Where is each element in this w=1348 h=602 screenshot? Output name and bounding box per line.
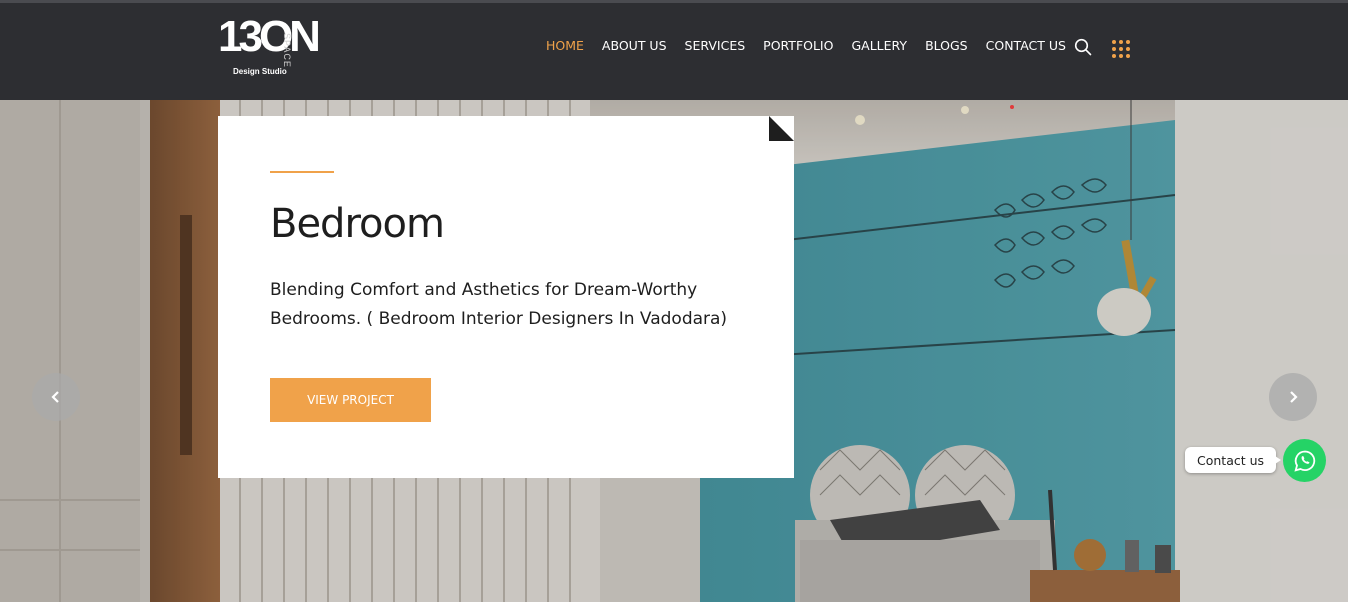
chevron-left-icon <box>51 391 59 403</box>
slide-caption-card: Bedroom Blending Comfort and Asthetics f… <box>218 116 794 478</box>
contact-us-label[interactable]: Contact us <box>1185 447 1282 473</box>
slide-title: Bedroom <box>270 201 445 247</box>
grid-menu-icon[interactable] <box>1112 40 1130 58</box>
card-corner-fold <box>769 116 794 141</box>
accent-rule <box>270 171 334 173</box>
nav-item-home[interactable]: HOME <box>546 37 584 57</box>
slider-next-button[interactable] <box>1269 373 1317 421</box>
slider-prev-button[interactable] <box>32 373 80 421</box>
logo-subtitle: Design Studio <box>233 67 287 76</box>
main-nav: HOME ABOUT US SERVICES PORTFOLIO GALLERY… <box>546 37 1084 57</box>
nav-item-contact-us[interactable]: CONTACT US <box>986 37 1066 57</box>
chevron-right-icon <box>1290 391 1298 403</box>
slide-description: Blending Comfort and Asthetics for Dream… <box>270 280 728 329</box>
whatsapp-icon <box>1293 450 1315 472</box>
site-logo[interactable]: 13ON SPACE Design Studio <box>218 12 321 81</box>
nav-item-services[interactable]: SERVICES <box>685 37 746 57</box>
nav-item-portfolio[interactable]: PORTFOLIO <box>763 37 833 57</box>
nav-item-gallery[interactable]: GALLERY <box>851 37 907 57</box>
search-icon[interactable] <box>1074 38 1092 56</box>
whatsapp-button[interactable] <box>1283 439 1326 482</box>
logo-space-text: SPACE <box>282 33 292 68</box>
nav-item-blogs[interactable]: BLOGS <box>925 37 968 57</box>
nav-item-about-us[interactable]: ABOUT US <box>602 37 667 57</box>
logo-mark: 13ON <box>218 12 321 61</box>
site-header: 13ON SPACE Design Studio HOME ABOUT US S… <box>0 3 1348 100</box>
view-project-button[interactable]: VIEW PROJECT <box>270 378 431 422</box>
